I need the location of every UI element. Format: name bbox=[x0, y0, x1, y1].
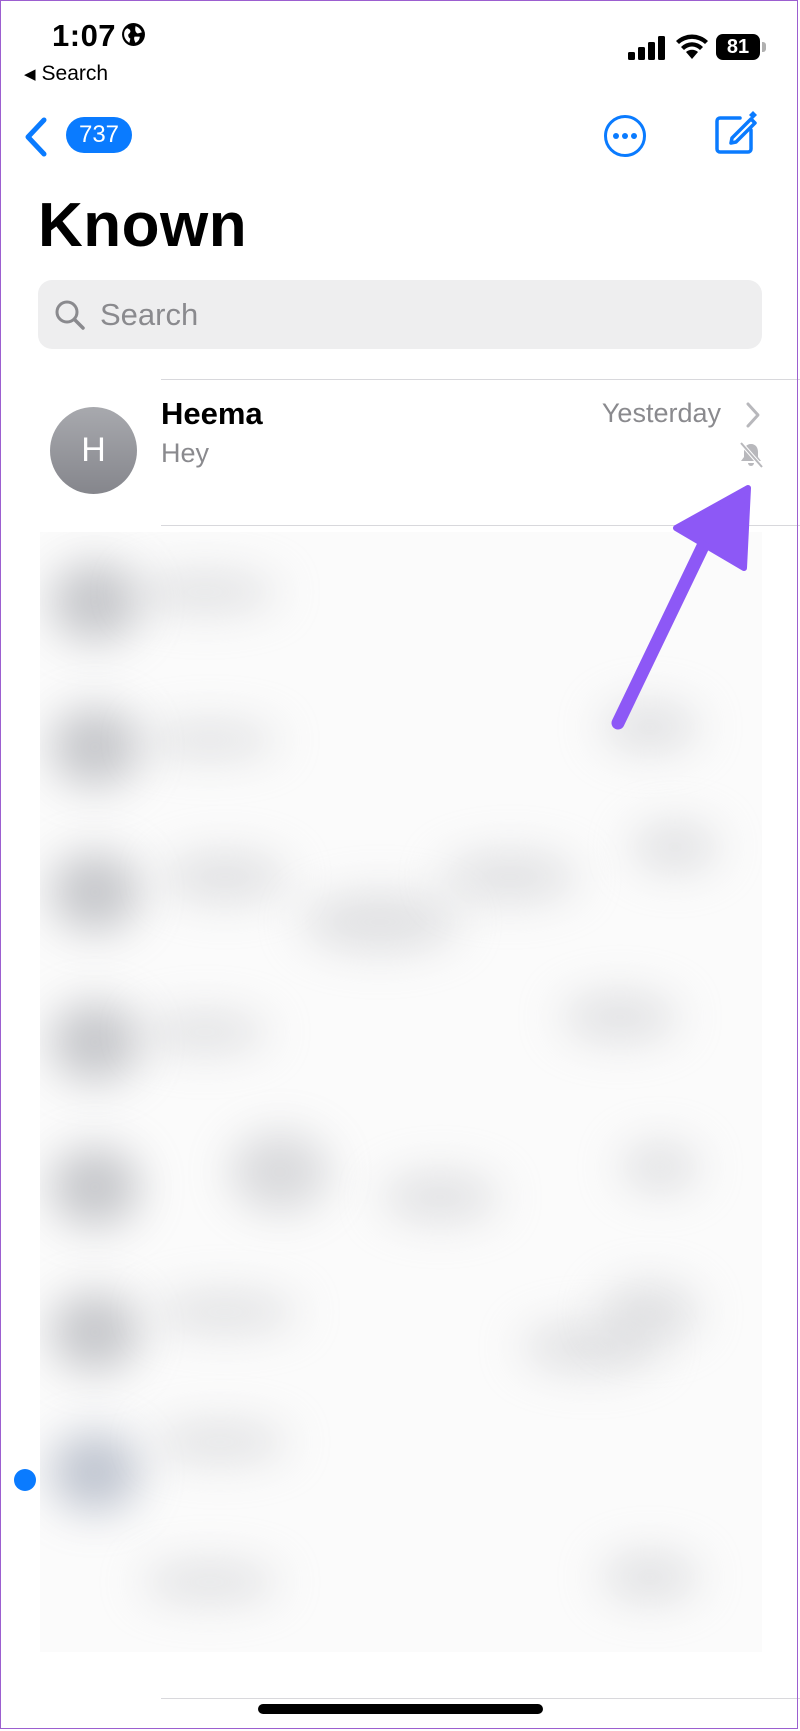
conversation-date: Yesterday bbox=[601, 398, 721, 428]
divider bbox=[161, 525, 800, 526]
search-icon bbox=[55, 300, 85, 330]
unread-indicator bbox=[14, 1469, 36, 1491]
status-time: 1:07 bbox=[52, 18, 117, 53]
home-indicator[interactable] bbox=[258, 1704, 543, 1714]
back-to-app-label: Search bbox=[41, 62, 109, 85]
chevron-right-icon bbox=[746, 402, 760, 428]
divider bbox=[161, 1698, 800, 1699]
page-title: Known bbox=[38, 191, 248, 260]
bell-slash-icon bbox=[739, 441, 764, 469]
back-unread-count-badge[interactable]: 737 bbox=[66, 117, 132, 153]
back-chevron-icon[interactable] bbox=[22, 116, 50, 158]
wifi-icon bbox=[676, 34, 708, 59]
back-to-app-link[interactable]: ◀ Search bbox=[24, 62, 108, 86]
battery-icon: 81 bbox=[716, 34, 768, 62]
conversation-preview: Hey bbox=[161, 438, 210, 468]
search-input[interactable] bbox=[98, 295, 702, 334]
globe-icon bbox=[122, 23, 145, 46]
conversation-name: Heema bbox=[161, 396, 263, 431]
avatar: H bbox=[50, 407, 137, 494]
conversation-row[interactable]: H Heema Hey Yesterday bbox=[0, 380, 800, 525]
compose-icon[interactable] bbox=[714, 110, 758, 156]
back-triangle-icon: ◀ bbox=[24, 66, 36, 83]
battery-level: 81 bbox=[716, 34, 760, 60]
more-icon[interactable] bbox=[603, 114, 647, 158]
blurred-conversations bbox=[40, 532, 762, 1652]
signal-icon bbox=[628, 36, 665, 60]
search-bar[interactable] bbox=[38, 280, 762, 349]
